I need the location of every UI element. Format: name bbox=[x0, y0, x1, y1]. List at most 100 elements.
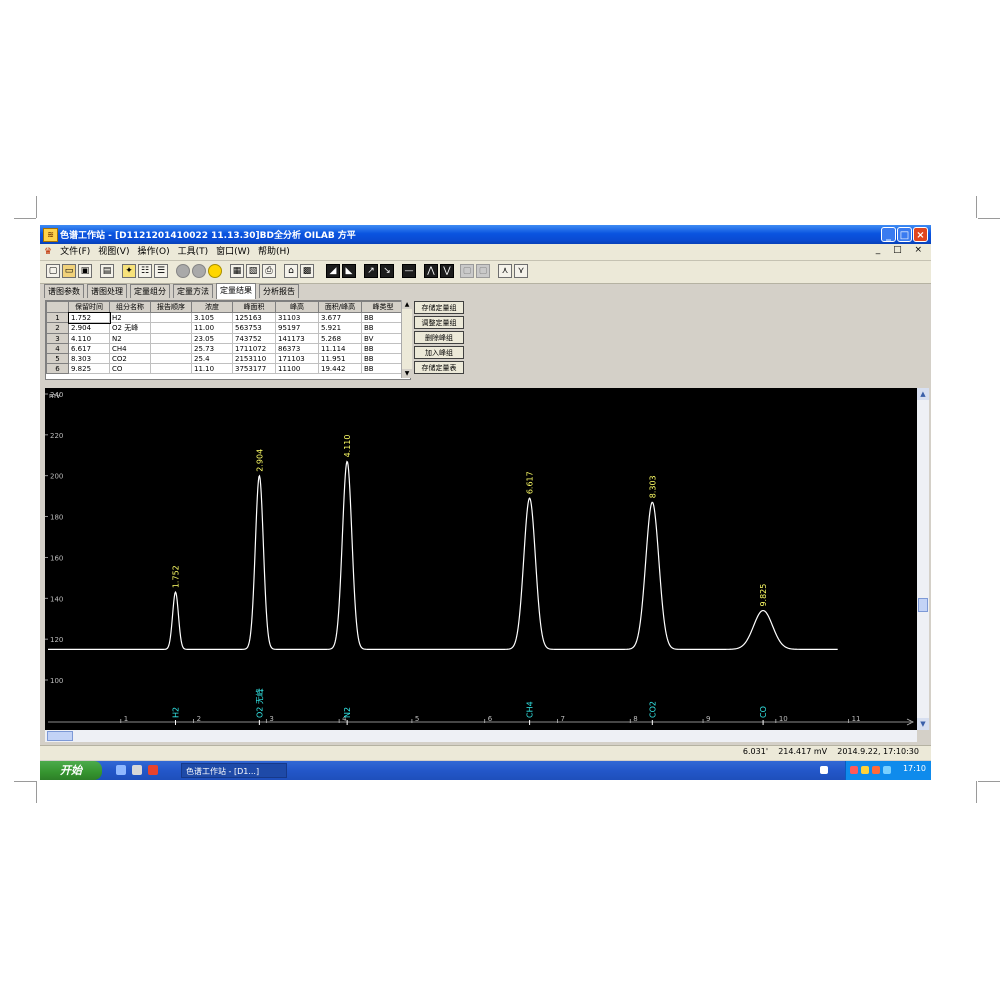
taskbar-window-item[interactable]: 色谱工作站 - [D1...] bbox=[181, 763, 287, 778]
mdi-controls[interactable]: _ □ × bbox=[876, 245, 927, 255]
zoom-in-icon[interactable]: ◢ bbox=[326, 264, 340, 278]
row-number[interactable]: 5 bbox=[46, 353, 69, 364]
tab-chromatogram-processing[interactable]: 谱图处理 bbox=[87, 284, 127, 298]
close-button[interactable]: × bbox=[913, 227, 928, 242]
table-row[interactable]: 1 1.752 H2 3.105 125163 31103 3.677 BB bbox=[46, 311, 405, 324]
menu-view[interactable]: 视图(V) bbox=[94, 244, 133, 260]
baseline-icon[interactable]: — bbox=[402, 264, 416, 278]
table-cell[interactable]: 86373 bbox=[275, 343, 319, 354]
table-cell[interactable]: BB bbox=[361, 363, 405, 374]
calibrate-icon[interactable]: ⋎ bbox=[514, 264, 528, 278]
security-icon[interactable] bbox=[872, 766, 880, 774]
menu-help[interactable]: 帮助(H) bbox=[254, 244, 294, 260]
table-cell[interactable]: BB bbox=[361, 343, 405, 354]
row-number[interactable]: 4 bbox=[46, 343, 69, 354]
chart-vertical-scrollbar[interactable]: ▲ ▼ bbox=[917, 388, 929, 730]
tab-quant-results[interactable]: 定量结果 bbox=[216, 283, 256, 299]
table-cell[interactable]: 23.05 bbox=[191, 333, 233, 344]
table-cell[interactable]: 25.73 bbox=[191, 343, 233, 354]
row-number[interactable]: 3 bbox=[46, 333, 69, 344]
table-cell[interactable]: 6.617 bbox=[68, 343, 110, 354]
table-cell[interactable]: CO2 bbox=[109, 353, 151, 364]
row-number[interactable]: 2 bbox=[46, 322, 69, 334]
update-icon[interactable] bbox=[883, 766, 891, 774]
list-icon[interactable]: ☰ bbox=[154, 264, 168, 278]
table-cell[interactable] bbox=[150, 363, 192, 374]
grid-icon[interactable]: ☷ bbox=[138, 264, 152, 278]
table-cell[interactable]: BB bbox=[361, 322, 405, 334]
table-cell[interactable] bbox=[150, 312, 192, 323]
new-icon[interactable]: ▢ bbox=[46, 264, 60, 278]
table-row[interactable]: 6 9.825 CO 11.10 3753177 11100 19.442 BB bbox=[46, 363, 405, 374]
menu-tools[interactable]: 工具(T) bbox=[174, 244, 213, 260]
table-cell[interactable]: O2 无峰 bbox=[109, 322, 151, 334]
table-row[interactable]: 5 8.303 CO2 25.4 2153110 171103 11.951 BB bbox=[46, 353, 405, 364]
table-cell[interactable] bbox=[150, 322, 192, 334]
delete-peak-group-button[interactable]: 删除峰组 bbox=[414, 331, 464, 344]
run-icon[interactable] bbox=[208, 264, 222, 278]
preview-icon[interactable]: ▧ bbox=[246, 264, 260, 278]
zoom-out-icon[interactable]: ◣ bbox=[342, 264, 356, 278]
column-header[interactable]: 保留时间 bbox=[68, 301, 110, 313]
app-launch-icon[interactable] bbox=[132, 765, 142, 775]
table-cell[interactable]: 125163 bbox=[232, 312, 276, 323]
column-header[interactable]: 组分名称 bbox=[109, 301, 151, 313]
print-icon[interactable]: ⎙ bbox=[262, 264, 276, 278]
table-cell[interactable]: 563753 bbox=[232, 322, 276, 334]
save-icon[interactable]: ▣ bbox=[78, 264, 92, 278]
merge-peak-icon[interactable]: ⋁ bbox=[440, 264, 454, 278]
open-icon[interactable]: ▭ bbox=[62, 264, 76, 278]
desktop-icon[interactable] bbox=[116, 765, 126, 775]
row-number[interactable]: 1 bbox=[46, 312, 69, 323]
home-icon[interactable]: ⌂ bbox=[284, 264, 298, 278]
scroll-up-arrow[interactable]: ▲ bbox=[917, 388, 929, 400]
title-bar[interactable]: ≋ 色谱工作站 - [D1121201410022 11.13.30]BD全分析… bbox=[40, 225, 931, 244]
tab-quant-components[interactable]: 定量组分 bbox=[130, 284, 170, 298]
tab-chromatogram-params[interactable]: 谱图参数 bbox=[44, 284, 84, 298]
save-quant-group-button[interactable]: 存储定量组 bbox=[414, 301, 464, 314]
table-row[interactable]: 2 2.904 O2 无峰 11.00 563753 95197 5.921 BB bbox=[46, 322, 405, 334]
tab-analysis-report[interactable]: 分析报告 bbox=[259, 284, 299, 298]
table-cell[interactable]: 95197 bbox=[275, 322, 319, 334]
table-cell[interactable]: 743752 bbox=[232, 333, 276, 344]
table-cell[interactable]: 2.904 bbox=[68, 322, 110, 334]
scroll-thumb[interactable] bbox=[47, 731, 73, 741]
table-cell[interactable]: 25.4 bbox=[191, 353, 233, 364]
table-cell[interactable]: 11.00 bbox=[191, 322, 233, 334]
tab-quant-method[interactable]: 定量方法 bbox=[173, 284, 213, 298]
scroll-down-arrow[interactable]: ▼ bbox=[402, 369, 412, 378]
table-cell[interactable]: 1711072 bbox=[232, 343, 276, 354]
scroll-up-arrow[interactable]: ▲ bbox=[402, 300, 412, 309]
table-cell[interactable]: 11.951 bbox=[318, 353, 362, 364]
table-cell[interactable] bbox=[150, 353, 192, 364]
table-cell[interactable]: 31103 bbox=[275, 312, 319, 323]
column-header[interactable] bbox=[46, 301, 69, 313]
table-cell[interactable]: N2 bbox=[109, 333, 151, 344]
split-peak-icon[interactable]: ⋀ bbox=[424, 264, 438, 278]
pause-icon[interactable] bbox=[192, 264, 206, 278]
acquire-icon[interactable]: ✦ bbox=[122, 264, 136, 278]
report-icon[interactable]: ▦ bbox=[230, 264, 244, 278]
table-cell[interactable]: 1.752 bbox=[67, 311, 111, 324]
chart-horizontal-scrollbar[interactable] bbox=[45, 730, 917, 742]
table-scrollbar[interactable]: ▲ ▼ bbox=[401, 300, 412, 378]
table-cell[interactable]: 3753177 bbox=[232, 363, 276, 374]
column-header[interactable]: 峰类型 bbox=[361, 301, 405, 313]
peak-start-icon[interactable]: ↗ bbox=[364, 264, 378, 278]
table-cell[interactable]: 5.268 bbox=[318, 333, 362, 344]
column-header[interactable]: 峰面积 bbox=[232, 301, 276, 313]
table-cell[interactable]: 11.10 bbox=[191, 363, 233, 374]
start-button[interactable]: 开始 bbox=[40, 761, 102, 780]
peak-end-icon[interactable]: ↘ bbox=[380, 264, 394, 278]
integrate-icon[interactable]: ⋏ bbox=[498, 264, 512, 278]
table-cell[interactable]: CH4 bbox=[109, 343, 151, 354]
table-cell[interactable]: BB bbox=[361, 353, 405, 364]
scroll-down-arrow[interactable]: ▼ bbox=[917, 718, 929, 730]
maximize-button[interactable]: □ bbox=[897, 227, 912, 242]
column-header[interactable]: 峰高 bbox=[275, 301, 319, 313]
window-icon[interactable]: ▤ bbox=[100, 264, 114, 278]
export-icon[interactable]: ▩ bbox=[300, 264, 314, 278]
table-cell[interactable]: 141173 bbox=[275, 333, 319, 344]
disabled-tool-icon[interactable]: ▢ bbox=[476, 264, 490, 278]
table-cell[interactable]: 4.110 bbox=[68, 333, 110, 344]
